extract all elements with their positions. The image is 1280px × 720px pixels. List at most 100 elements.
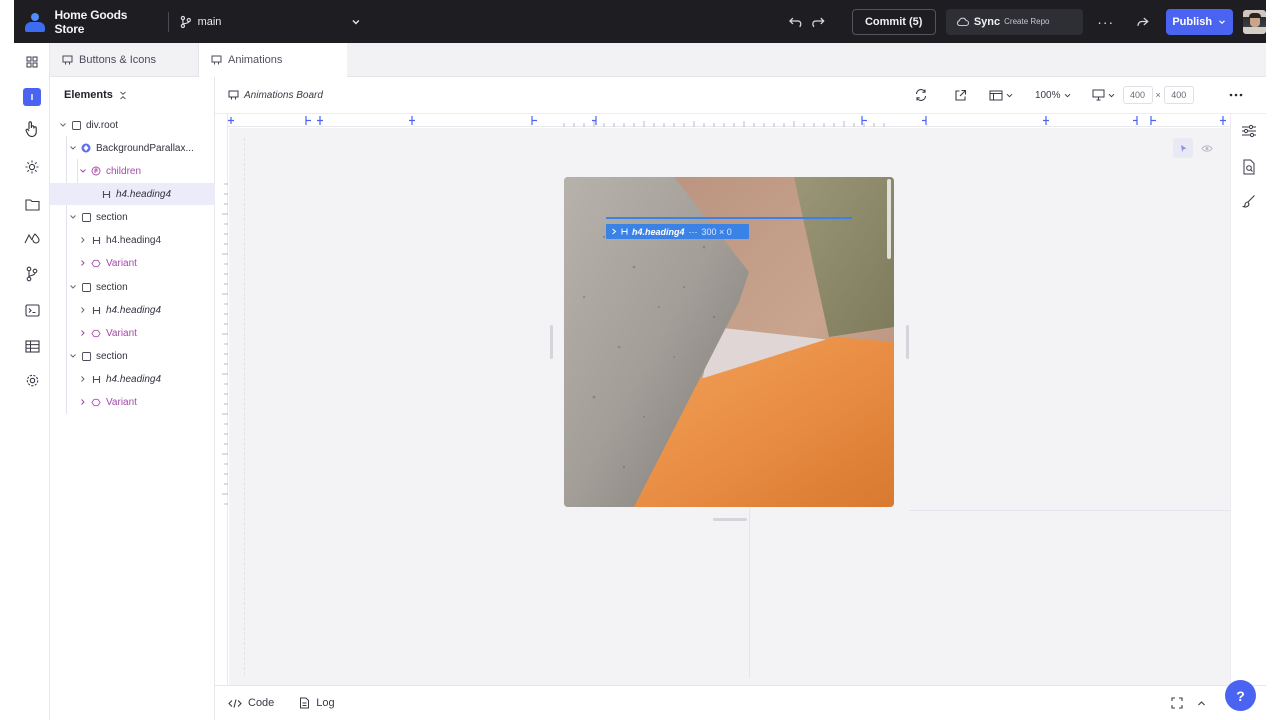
heading-icon: [101, 189, 111, 199]
settings-gear-icon[interactable]: [23, 371, 41, 389]
box-icon: [81, 212, 91, 222]
commit-button[interactable]: Commit (5): [851, 8, 936, 35]
tree-item-variant[interactable]: Variant: [50, 322, 215, 344]
code-tab-button[interactable]: Code: [228, 697, 274, 709]
avatar[interactable]: [1242, 9, 1267, 34]
selection-badge[interactable]: h4.heading4 ··· 300 × 0: [606, 224, 749, 239]
chevron-down-icon[interactable]: [68, 351, 78, 361]
chevron-right-icon[interactable]: [78, 374, 88, 384]
share-icon[interactable]: [1136, 15, 1150, 29]
tree-item-label: h4.heading4: [116, 188, 172, 200]
chevron-down-icon[interactable]: [68, 143, 78, 153]
height-input[interactable]: 400: [1163, 86, 1194, 104]
table-icon[interactable]: [23, 337, 41, 355]
desktop-icon[interactable]: [1092, 89, 1105, 101]
tree-item-h4-heading4-selected[interactable]: h4.heading4: [50, 183, 215, 205]
selection-outline: [606, 217, 852, 219]
chevron-down-icon[interactable]: [1108, 92, 1115, 99]
chevron-right-icon[interactable]: [78, 258, 88, 268]
sync-button[interactable]: Sync Create Repo: [945, 8, 1084, 35]
selection-more[interactable]: ···: [689, 227, 698, 237]
log-tab-button[interactable]: Log: [299, 697, 335, 709]
more-options-icon[interactable]: ···: [1097, 14, 1114, 30]
git-branch-icon: [180, 15, 191, 28]
project-name[interactable]: Home Goods Store: [55, 8, 158, 36]
app-logo-icon[interactable]: [24, 11, 46, 33]
tree-item-label: section: [96, 281, 128, 293]
chevron-down-icon[interactable]: [68, 212, 78, 222]
tab-buttons-icons[interactable]: Buttons & Icons: [50, 43, 199, 77]
chevron-down-icon[interactable]: [78, 166, 88, 176]
components-gear-icon[interactable]: [23, 158, 41, 176]
brush-icon[interactable]: [1242, 194, 1256, 208]
code-label: Code: [248, 697, 275, 709]
tab-label: Buttons & Icons: [79, 54, 157, 66]
tab-animations[interactable]: Animations: [199, 43, 347, 77]
select-tool-icon[interactable]: [1173, 138, 1193, 158]
help-button[interactable]: ?: [1225, 680, 1256, 711]
tree-item-h4-heading4[interactable]: h4.heading4: [50, 229, 215, 251]
resize-handle-left[interactable]: [550, 325, 553, 359]
undo-icon[interactable]: [788, 15, 804, 29]
refresh-icon[interactable]: [914, 88, 928, 102]
chevron-down-icon[interactable]: [351, 17, 361, 27]
chevron-right-icon[interactable]: [78, 397, 88, 407]
terminal-icon[interactable]: [23, 301, 41, 319]
chevron-right-icon: [612, 228, 617, 235]
elements-panel-icon[interactable]: [23, 88, 41, 106]
version-branch-icon[interactable]: [23, 265, 41, 283]
tree-item-div-root[interactable]: div.root: [50, 114, 215, 136]
open-external-icon[interactable]: [954, 89, 967, 102]
grid-icon[interactable]: [23, 53, 41, 71]
chevron-down-icon[interactable]: [1006, 92, 1013, 99]
chevron-right-icon[interactable]: [78, 235, 88, 245]
tree-item-variant[interactable]: Variant: [50, 391, 215, 413]
styles-drop-icon[interactable]: [23, 229, 41, 247]
tree-item-section[interactable]: section: [50, 276, 215, 298]
chevron-right-icon[interactable]: [78, 328, 88, 338]
tree-item-variant[interactable]: Variant: [50, 252, 215, 274]
redo-icon[interactable]: [810, 15, 826, 29]
tree-item-h4-heading4[interactable]: h4.heading4: [50, 299, 215, 321]
chevron-down-icon[interactable]: [1064, 92, 1071, 99]
canvas-toolbar: Animations Board 100% 400 × 400: [215, 77, 1266, 114]
tree-item-label: Variant: [106, 396, 137, 408]
horizontal-ruler: [228, 114, 1230, 127]
zoom-level[interactable]: 100%: [1035, 90, 1061, 101]
more-options-icon[interactable]: [1229, 93, 1243, 97]
tree-item-background-parallax[interactable]: BackgroundParallax...: [50, 137, 215, 159]
layout-icon[interactable]: [989, 90, 1003, 101]
board-icon: [228, 90, 239, 100]
interactions-hand-icon[interactable]: [23, 120, 41, 138]
chevron-right-icon[interactable]: [78, 305, 88, 315]
fullscreen-icon[interactable]: [1171, 697, 1183, 709]
tree-item-children-slot[interactable]: children: [50, 160, 215, 182]
tree-item-label: div.root: [86, 119, 119, 131]
board-icon: [211, 55, 222, 65]
board-name[interactable]: Animations Board: [228, 90, 323, 101]
branch-name[interactable]: main: [198, 16, 222, 28]
tree-item-section[interactable]: section: [50, 206, 215, 228]
log-label: Log: [316, 697, 335, 709]
preview-eye-icon[interactable]: [1197, 138, 1217, 158]
tree-item-label: h4.heading4: [106, 373, 162, 385]
publish-button[interactable]: Publish: [1165, 8, 1233, 35]
document-search-icon[interactable]: [1242, 159, 1256, 175]
tree-item-h4-heading4[interactable]: h4.heading4: [50, 368, 215, 390]
box-icon: [81, 282, 91, 292]
chevron-down-icon[interactable]: [68, 282, 78, 292]
resize-handle-right[interactable]: [906, 325, 909, 359]
folder-icon[interactable]: [23, 195, 41, 213]
sliders-icon[interactable]: [1241, 124, 1257, 138]
resize-handle-bottom[interactable]: [713, 518, 747, 521]
page-tabs: Buttons & Icons Animations: [50, 43, 1266, 77]
cloud-icon: [956, 17, 969, 27]
expand-collapse-icon[interactable]: [119, 91, 127, 100]
chevron-down-icon[interactable]: [58, 120, 68, 130]
chevron-up-icon[interactable]: [1197, 700, 1206, 707]
selection-size: 300 × 0: [701, 226, 732, 237]
tree-item-section[interactable]: section: [50, 345, 215, 367]
left-rail: [14, 43, 50, 720]
right-toolbar: [1230, 114, 1266, 720]
width-input[interactable]: 400: [1122, 86, 1153, 104]
